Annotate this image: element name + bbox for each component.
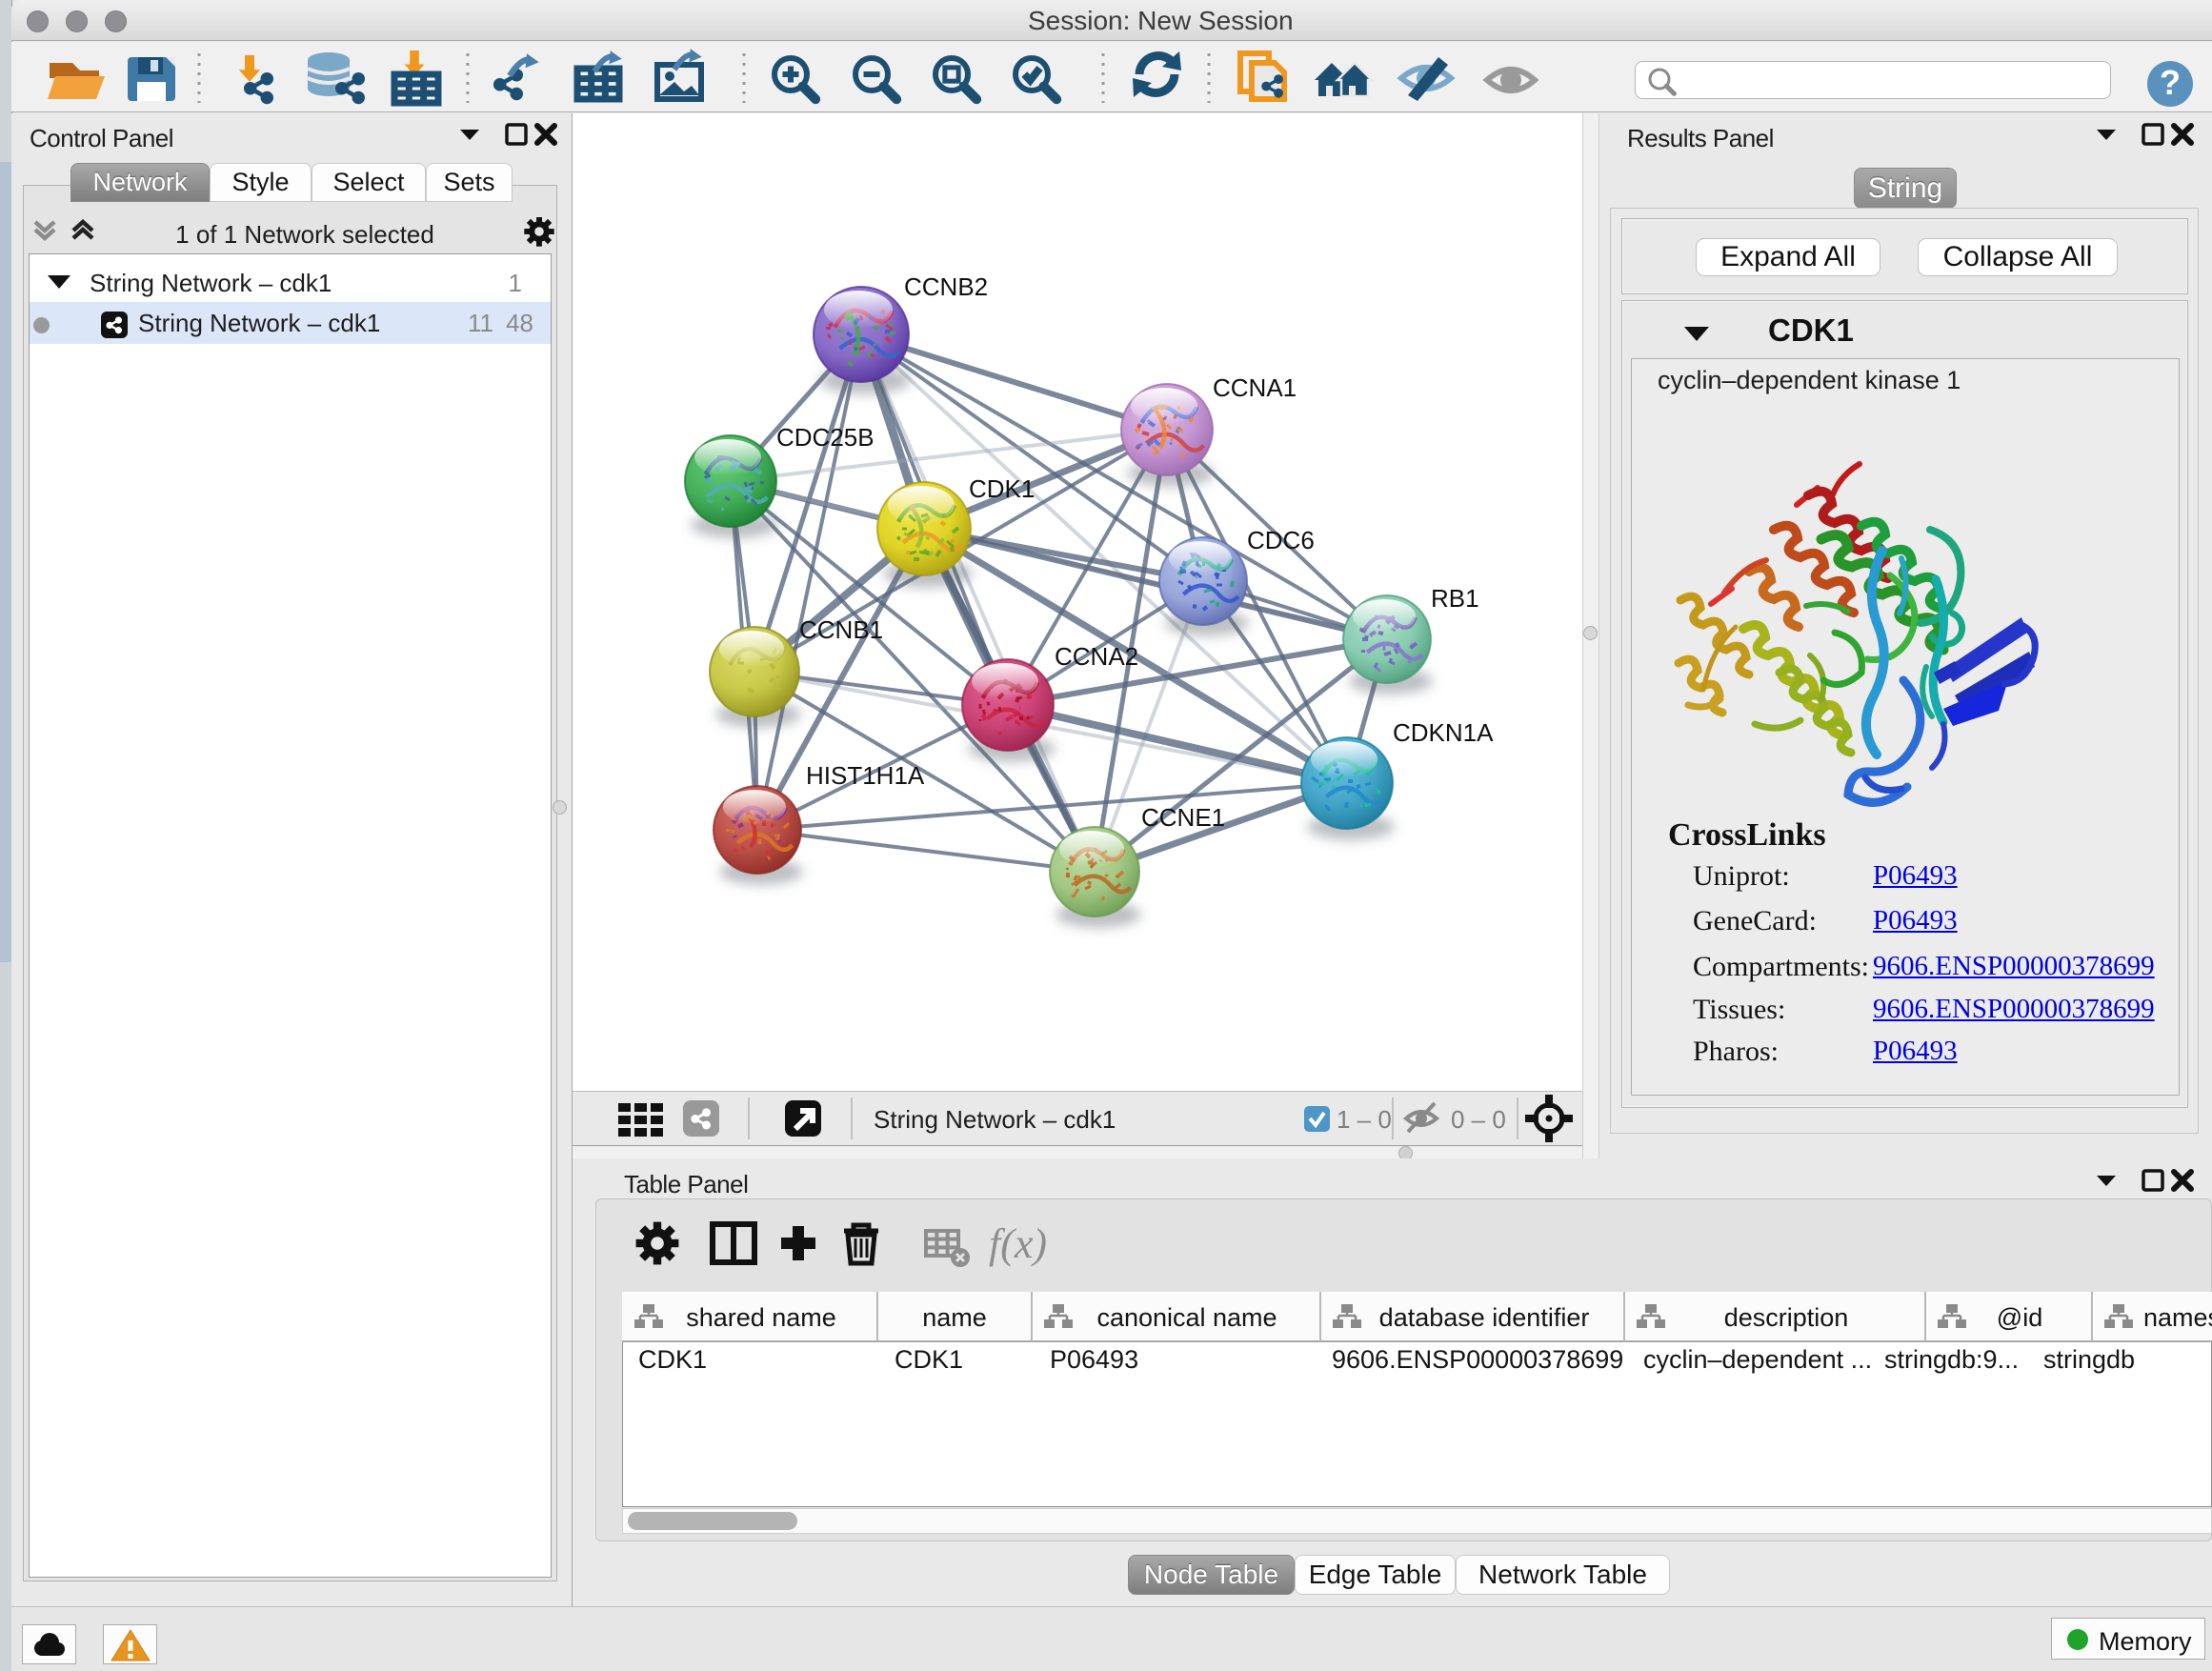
svg-text:0 – 0: 0 – 0 <box>1451 1105 1506 1134</box>
svg-text:shared name: shared name <box>686 1303 836 1332</box>
svg-text:CDK1: CDK1 <box>969 474 1035 503</box>
svg-text:CCNA1: CCNA1 <box>1213 373 1297 402</box>
svg-text:stringdb: stringdb <box>2043 1345 2135 1374</box>
svg-text:String Network – cdk1: String Network – cdk1 <box>874 1105 1116 1134</box>
svg-text:CCNE1: CCNE1 <box>1141 803 1225 832</box>
svg-text:CDC6: CDC6 <box>1247 526 1315 554</box>
svg-text:9606.ENSP00000378699: 9606.ENSP00000378699 <box>1332 1345 1623 1374</box>
svg-text:name: name <box>922 1303 987 1332</box>
svg-text:stringdb:9...: stringdb:9... <box>1884 1345 2019 1374</box>
svg-text:cyclin–dependent ...: cyclin–dependent ... <box>1643 1345 1872 1374</box>
svg-text:@id: @id <box>1997 1303 2042 1332</box>
svg-text:f(x): f(x) <box>989 1220 1047 1267</box>
svg-text:1 – 0: 1 – 0 <box>1337 1105 1392 1134</box>
svg-text:CDC25B: CDC25B <box>776 423 875 452</box>
svg-text:database identifier: database identifier <box>1379 1303 1590 1332</box>
svg-text:P06493: P06493 <box>1050 1345 1138 1374</box>
svg-text:CDK1: CDK1 <box>895 1345 963 1374</box>
svg-text:RB1: RB1 <box>1431 584 1479 613</box>
svg-text:namespac: namespac <box>2143 1303 2212 1332</box>
svg-text:CCNB1: CCNB1 <box>799 615 883 644</box>
svg-text:CDK1: CDK1 <box>638 1345 707 1374</box>
svg-text:canonical name: canonical name <box>1096 1303 1277 1332</box>
svg-text:CDKN1A: CDKN1A <box>1393 718 1494 747</box>
svg-text:CCNA2: CCNA2 <box>1055 642 1138 671</box>
svg-text:CCNB2: CCNB2 <box>904 272 988 301</box>
svg-text:HIST1H1A: HIST1H1A <box>806 761 925 790</box>
svg-text:description: description <box>1724 1303 1849 1332</box>
